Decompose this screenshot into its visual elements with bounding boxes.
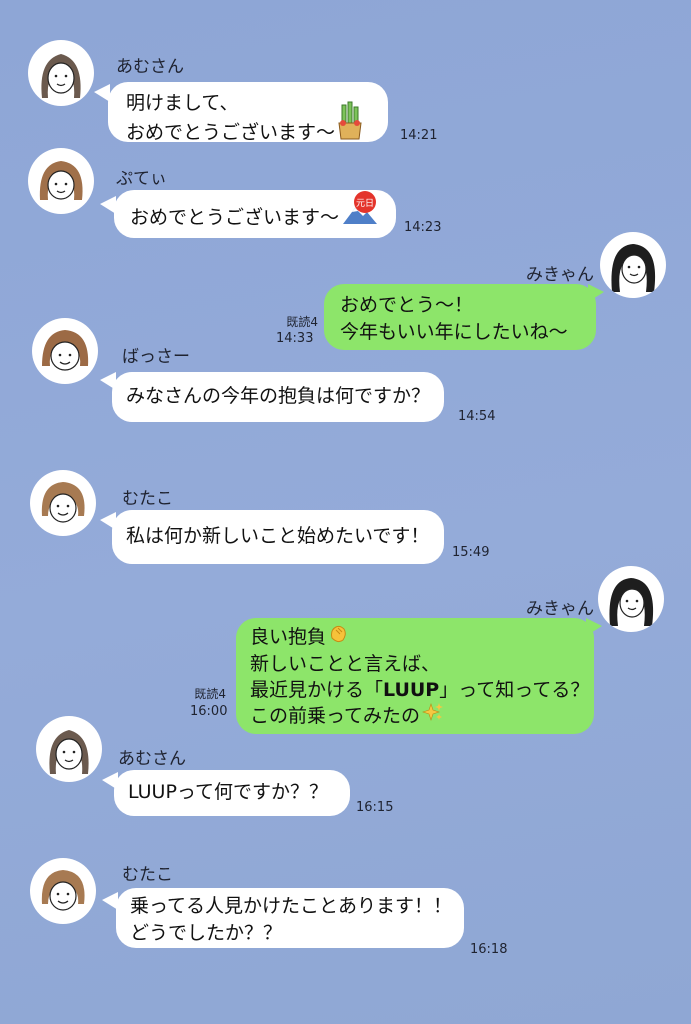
message-text: どうでしたか？？	[130, 922, 283, 944]
message-text: この前乗ってみたの	[250, 703, 580, 730]
avatar-mutako[interactable]	[30, 470, 96, 536]
avatar-mikyan-icon	[609, 578, 654, 626]
message-bubble[interactable]: おめでとうございます〜 元日	[114, 190, 396, 238]
new-year-fuji-icon: 元日	[341, 191, 379, 236]
message-text: 最近見かける「LUUP」って知ってる？	[250, 678, 590, 701]
sender-name: みきゃん	[526, 265, 594, 285]
timestamp: 16:18	[470, 942, 508, 957]
avatar-mikyan[interactable]	[600, 232, 666, 298]
message-text: みなさんの今年の抱負は何ですか？	[126, 385, 431, 407]
message-bubble[interactable]: 良い抱負 新しいことと言えば、 最近見かける「LUUP」って知ってる？ この前乗…	[236, 618, 594, 734]
message-bubble[interactable]: おめでとう〜！ 今年もいい年にしたいね〜	[324, 284, 596, 350]
message-text: 乗ってる人見かけたことあります！！	[130, 895, 453, 917]
sender-name: ぷてぃ	[116, 169, 167, 189]
message-bubble[interactable]: 乗ってる人見かけたことあります！！ どうでしたか？？	[116, 888, 464, 948]
message-bubble[interactable]: みなさんの今年の抱負は何ですか？	[112, 372, 444, 422]
avatar-mikyan-icon	[611, 244, 656, 292]
avatar-amusan[interactable]	[28, 40, 94, 106]
message-text: 今年もいい年にしたいね〜	[340, 321, 568, 343]
timestamp: 16:00	[190, 704, 228, 719]
message-bubble[interactable]: 私は何か新しいこと始めたいです！	[112, 510, 444, 564]
timestamp: 14:54	[458, 409, 496, 424]
avatar-bassa-icon	[42, 330, 89, 371]
timestamp: 14:21	[400, 128, 438, 143]
message-text: 明けまして、	[126, 92, 239, 114]
svg-text:元日: 元日	[356, 198, 374, 209]
message-bubble[interactable]: LUUPって何ですか？？	[114, 770, 350, 816]
avatar-bassa[interactable]	[32, 318, 98, 384]
avatar-amusan-icon	[41, 54, 81, 98]
message-text: 良い抱負	[250, 624, 580, 651]
luup-bold-text: LUUP	[383, 678, 440, 701]
message-text: LUUPって何ですか？？	[128, 781, 328, 803]
message-text: おめでとうございます〜	[126, 101, 370, 149]
sender-name: むたこ	[122, 865, 173, 885]
avatar-mutako[interactable]	[30, 858, 96, 924]
sender-name: むたこ	[122, 489, 173, 509]
sparkles-icon	[422, 703, 444, 729]
avatar-amusan-icon	[49, 730, 89, 774]
kadomatsu-icon	[337, 101, 363, 149]
message-bubble[interactable]: 明けまして、 おめでとうございます〜	[108, 82, 388, 144]
message-text: 新しいことと言えば、	[250, 652, 441, 675]
message-text: おめでとう〜！	[340, 294, 474, 316]
sender-name: ばっさー	[122, 347, 190, 367]
message-text: 私は何か新しいこと始めたいです！	[126, 525, 430, 547]
message-text: おめでとうございます〜	[130, 206, 340, 229]
avatar-mutako-icon	[41, 870, 85, 911]
clapping-hands-icon	[328, 625, 348, 651]
avatar-amusan[interactable]	[36, 716, 102, 782]
sender-name: みきゃん	[526, 599, 594, 619]
timestamp: 15:49	[452, 545, 490, 560]
timestamp: 14:33	[276, 331, 314, 346]
avatar-puti[interactable]	[28, 148, 94, 214]
sender-name: あむさん	[116, 57, 184, 77]
avatar-mutako-icon	[41, 482, 85, 523]
timestamp: 14:23	[404, 220, 442, 235]
avatar-puti-icon	[39, 161, 83, 200]
avatar-mikyan[interactable]	[598, 566, 664, 632]
timestamp: 16:15	[356, 800, 394, 815]
sender-name: あむさん	[118, 749, 186, 769]
read-receipt: 既読4	[194, 687, 226, 701]
read-receipt: 既読4	[286, 315, 318, 329]
